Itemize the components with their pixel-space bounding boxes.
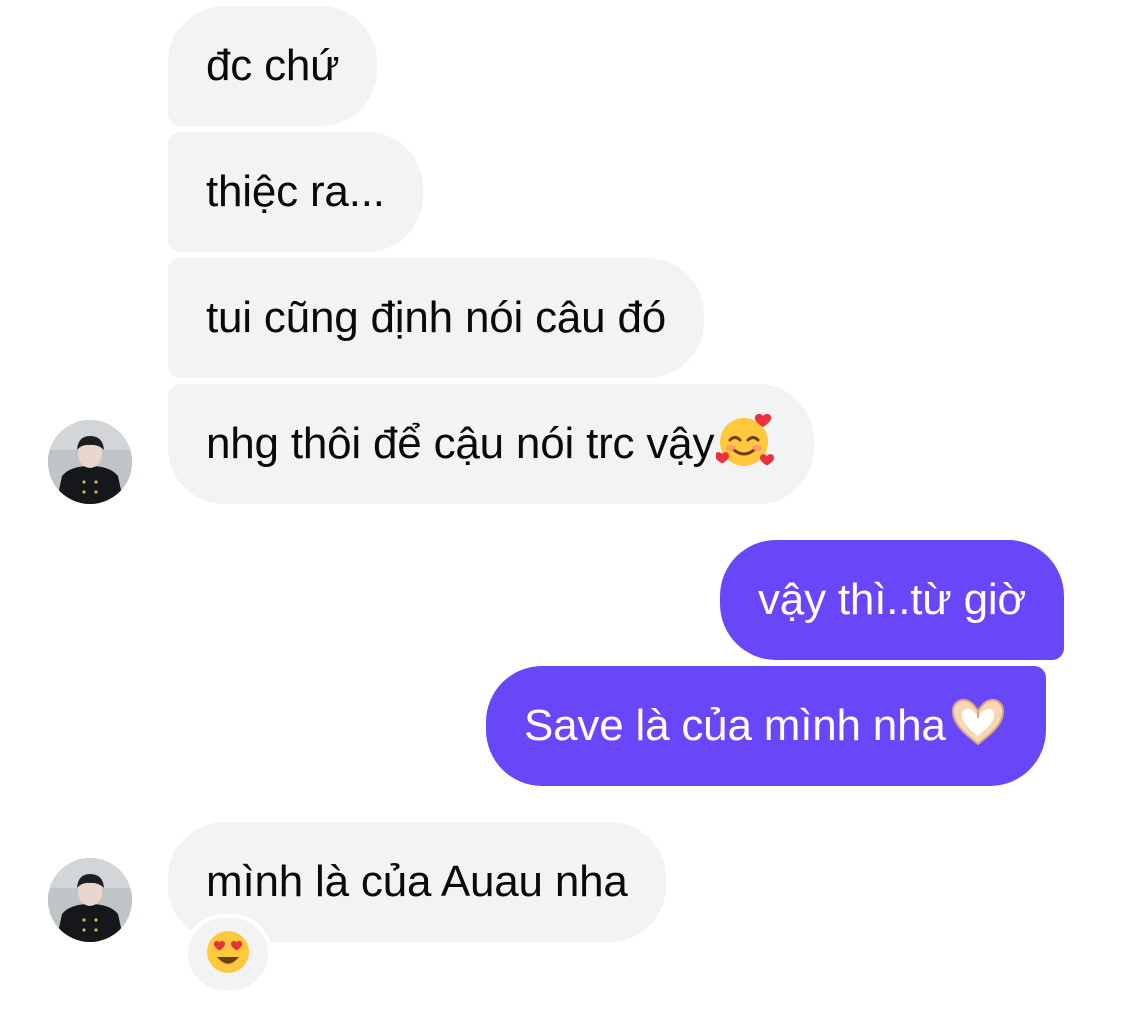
message-reaction[interactable] (184, 914, 272, 994)
incoming-message-bubble[interactable]: đc chứ (168, 6, 378, 126)
outgoing-message-bubble[interactable]: vậy thì..từ giờ (720, 540, 1065, 660)
message-text: mình là của Auau nha (206, 857, 628, 906)
message-text: đc chứ (206, 41, 340, 90)
contact-avatar[interactable] (48, 858, 132, 942)
message-text: nhg thôi để cậu nói trc vậy (206, 419, 715, 468)
outgoing-message-bubble[interactable]: Save là của mình nha (486, 666, 1046, 786)
message-text: thiệc ra... (206, 167, 385, 216)
message-text: tui cũng định nói câu đó (206, 293, 666, 342)
smiling-face-with-hearts-icon (715, 410, 776, 478)
contact-avatar[interactable] (48, 420, 132, 504)
heart-hands-icon (948, 696, 1008, 756)
message-text: Save là của mình nha (524, 701, 946, 750)
incoming-message-bubble[interactable]: nhg thôi để cậu nói trc vậy (168, 384, 815, 504)
incoming-message-bubble[interactable]: tui cũng định nói câu đó (168, 258, 704, 378)
incoming-message-bubble[interactable]: thiệc ra... (168, 132, 423, 252)
message-text: vậy thì..từ giờ (758, 575, 1027, 624)
heart-eyes-icon (205, 929, 251, 980)
